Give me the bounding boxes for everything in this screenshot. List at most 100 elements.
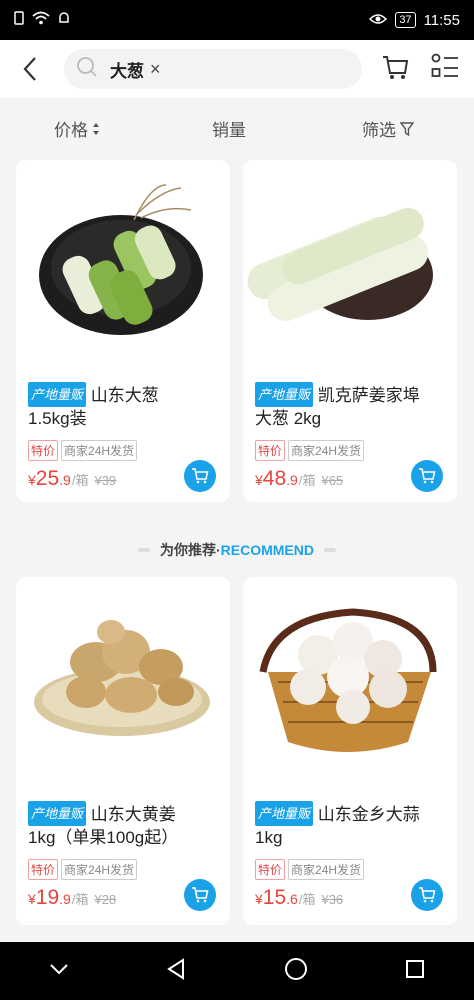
price-integer: 48 [262,467,287,490]
search-box[interactable]: 大葱 × [64,49,362,89]
product-spec: 1kg（单果100g起） [28,828,179,847]
origin-badge: 产地量贩 [255,801,314,826]
search-header: 大葱 × [0,40,474,98]
price-integer: 25 [35,467,60,490]
product-card[interactable]: 产地量贩 山东大黄姜 1kg（单果100g起） 特价 商家24H发货 ¥ 19 … [16,577,230,925]
product-card[interactable]: 产地量贩 凯克萨姜家埠 大葱 2kg 特价 商家24H发货 ¥ 48 .9 /箱… [243,160,457,502]
special-price-tag: 特价 [255,440,286,461]
recommend-label-en: RECOMMEND [220,542,314,558]
origin-badge: 产地量贩 [28,382,87,407]
cart-button[interactable] [380,52,410,87]
product-name: 山东大葱 [90,386,159,405]
cart-icon [419,468,436,484]
original-price: ¥28 [94,892,117,907]
square-recents-icon [406,959,425,978]
view-mode-button[interactable] [430,52,460,87]
shipping-tag: 商家24H发货 [288,440,365,461]
system-nav-bar [0,942,474,1000]
product-title: 产地量贩 山东大葱 1.5kg装 [16,382,230,430]
add-to-cart-button[interactable] [184,879,216,911]
divider-bar [137,548,150,552]
price-decimal: .9 [59,891,71,907]
sort-icon [93,122,99,135]
filter-sales-label: 销量 [212,121,246,140]
status-bar: 37 11:55 [0,0,474,40]
add-to-cart-button[interactable] [184,460,216,492]
sim-icon [14,11,24,29]
divider-bar [324,548,336,552]
filter-screen-label: 筛选 [362,121,396,140]
shipping-tag: 商家24H发货 [288,859,365,880]
search-icon [76,56,98,83]
clock: 11:55 [423,11,460,29]
nav-back-button[interactable] [166,957,186,985]
origin-badge: 产地量贩 [255,382,314,407]
recommend-label: 为你推荐· [159,542,221,558]
filter-screen[interactable]: 筛选 [362,116,414,141]
product-name: 山东金乡大蒜 [317,805,420,824]
add-to-cart-button[interactable] [411,879,443,911]
product-tags: 特价 商家24H发货 [243,859,457,880]
nav-recents-button[interactable] [405,959,425,984]
price-currency: ¥ [255,472,263,488]
shipping-tag: 商家24H发货 [61,859,138,880]
product-title: 产地量贩 山东金乡大蒜 1kg [243,801,457,849]
battery-indicator: 37 [395,12,416,28]
product-image-garlic [243,577,457,797]
filter-sales[interactable]: 销量 [212,116,246,141]
add-to-cart-button[interactable] [411,460,443,492]
product-spec: 1.5kg装 [28,409,87,428]
original-price: ¥39 [94,473,117,488]
nav-collapse-button[interactable] [49,962,69,980]
list-icon [431,53,458,77]
price-decimal: .9 [59,472,71,488]
cart-icon [383,56,409,79]
price-decimal: .9 [286,472,298,488]
notification-icon [58,11,70,29]
wifi-icon [32,11,50,29]
special-price-tag: 特价 [28,440,59,461]
product-image-scallion [16,160,230,380]
product-card[interactable]: 产地量贩 山东金乡大蒜 1kg 特价 商家24H发货 ¥ 15 .6 /箱 ¥3… [243,577,457,925]
original-price: ¥36 [321,892,344,907]
price-unit: /箱 [298,892,316,907]
clear-search-button[interactable]: × [150,59,161,80]
product-tags: 特价 商家24H发货 [243,440,457,461]
filter-icon [400,121,414,136]
cart-icon [192,468,209,484]
original-price: ¥65 [321,473,344,488]
price-integer: 15 [262,886,287,909]
product-card[interactable]: 产地量贩 山东大葱 1.5kg装 特价 商家24H发货 ¥ 25 .9 /箱 ¥… [16,160,230,502]
product-spec: 大葱 2kg [255,409,322,428]
price-currency: ¥ [28,891,36,907]
product-name: 山东大黄姜 [90,805,176,824]
price-unit: /箱 [71,892,89,907]
product-image-long-scallion [243,160,457,380]
chevron-down-icon [50,964,68,975]
product-image-ginger [16,577,230,797]
shipping-tag: 商家24H发货 [61,440,138,461]
circle-home-icon [284,957,307,980]
chevron-left-icon [23,57,36,81]
product-tags: 特价 商家24H发货 [16,440,230,461]
price-unit: /箱 [298,473,316,488]
filter-bar: 价格 销量 筛选 [0,98,474,158]
cart-icon [419,887,436,903]
special-price-tag: 特价 [255,859,286,880]
filter-price[interactable]: 价格 [54,116,100,141]
filter-price-label: 价格 [54,121,88,140]
special-price-tag: 特价 [28,859,59,880]
nav-home-button[interactable] [284,957,308,986]
product-name: 凯克萨姜家埠 [317,386,420,405]
back-button[interactable] [0,40,60,98]
search-keyword: 大葱 [110,61,144,81]
price-unit: /箱 [71,473,89,488]
price-currency: ¥ [28,472,36,488]
recommend-divider: 为你推荐· RECOMMEND [0,540,474,560]
product-spec: 1kg [255,828,283,847]
product-title: 产地量贩 山东大黄姜 1kg（单果100g起） [16,801,230,849]
price-decimal: .6 [286,891,298,907]
product-tags: 特价 商家24H发货 [16,859,230,880]
price-integer: 19 [35,886,60,909]
price-currency: ¥ [255,891,263,907]
